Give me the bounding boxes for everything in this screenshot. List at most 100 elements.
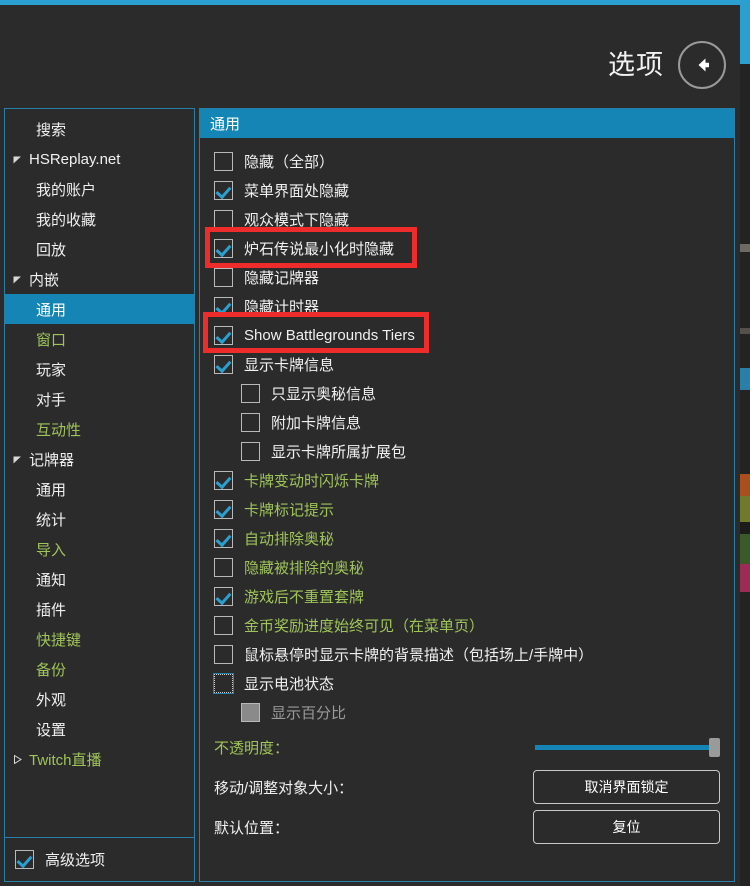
- option-label: 菜单界面处隐藏: [244, 183, 350, 200]
- sidebar-item-15[interactable]: 通知: [5, 564, 194, 594]
- option-label: 金币奖励进度始终可见（在菜单页）: [244, 618, 485, 635]
- option-row-7[interactable]: 显示卡牌信息: [200, 350, 734, 379]
- option-row-6[interactable]: Show Battlegrounds Tiers: [200, 321, 734, 350]
- main-window: 选项 搜索 HSReplay.net 我的账户 我的收藏 回放 内嵌 通用 窗口 玩家 对手 互动性…: [0, 0, 740, 886]
- sidebar-item-label: 通用: [36, 301, 67, 319]
- sidebar-item-1[interactable]: HSReplay.net: [5, 144, 194, 174]
- sidebar-item-12[interactable]: 通用: [5, 474, 194, 504]
- advanced-options-checkbox[interactable]: [15, 850, 34, 869]
- sidebar-item-8[interactable]: 玩家: [5, 354, 194, 384]
- chevron-expanded-icon[interactable]: [13, 155, 26, 164]
- option-checkbox-14[interactable]: [214, 558, 233, 577]
- sidebar-item-6[interactable]: 通用: [5, 294, 194, 324]
- opacity-slider[interactable]: [535, 737, 720, 757]
- section-header: 通用: [200, 109, 734, 138]
- option-checkbox-7[interactable]: [214, 355, 233, 374]
- opacity-slider-thumb[interactable]: [709, 737, 720, 757]
- option-row-15[interactable]: 游戏后不重置套牌: [200, 582, 734, 611]
- window-header: 选项: [0, 5, 740, 103]
- sidebar-item-14[interactable]: 导入: [5, 534, 194, 564]
- options-list: 隐藏（全部） 菜单界面处隐藏观众模式下隐藏 炉石传说最小化时隐藏 隐藏记牌器 隐藏计时器…: [200, 147, 734, 727]
- sidebar-item-7[interactable]: 窗口: [5, 324, 194, 354]
- sidebar-item-9[interactable]: 对手: [5, 384, 194, 414]
- option-row-2[interactable]: 观众模式下隐藏: [200, 205, 734, 234]
- sidebar-item-label: 玩家: [36, 361, 67, 379]
- option-checkbox-18[interactable]: [213, 673, 234, 694]
- sidebar-item-4[interactable]: 回放: [5, 234, 194, 264]
- option-row-16[interactable]: 金币奖励进度始终可见（在菜单页）: [200, 611, 734, 640]
- sidebar-item-label: 记牌器: [29, 451, 75, 469]
- advanced-options-row[interactable]: 高级选项: [5, 837, 194, 881]
- option-row-19[interactable]: 显示百分比: [200, 698, 734, 727]
- option-row-17[interactable]: 鼠标悬停时显示卡牌的背景描述（包括场上/手牌中）: [200, 640, 734, 669]
- sidebar-item-13[interactable]: 统计: [5, 504, 194, 534]
- sidebar-item-label: 导入: [36, 541, 67, 559]
- opacity-label: 不透明度：: [214, 739, 290, 757]
- option-label: 鼠标悬停时显示卡牌的背景描述（包括场上/手牌中）: [244, 647, 594, 664]
- option-checkbox-8[interactable]: [241, 384, 260, 403]
- move-resize-label: 移动/调整对象大小：: [214, 779, 354, 797]
- sidebar-item-21[interactable]: Twitch直播: [5, 744, 194, 774]
- option-row-11[interactable]: 卡牌变动时闪烁卡牌: [200, 466, 734, 495]
- sidebar-item-19[interactable]: 外观: [5, 684, 194, 714]
- option-checkbox-13[interactable]: [214, 529, 233, 548]
- unlock-ui-button[interactable]: 取消界面锁定: [533, 770, 720, 804]
- option-checkbox-5[interactable]: [214, 297, 233, 316]
- option-checkbox-4[interactable]: [214, 268, 233, 287]
- option-checkbox-17[interactable]: [214, 645, 233, 664]
- option-label: 隐藏（全部）: [244, 154, 335, 171]
- sidebar-item-0[interactable]: 搜索: [5, 114, 194, 144]
- sidebar-item-18[interactable]: 备份: [5, 654, 194, 684]
- option-checkbox-12[interactable]: [214, 500, 233, 519]
- main-panel: 通用 隐藏（全部） 菜单界面处隐藏 观众模式下隐藏 炉石传说最小化时隐藏 隐藏记牌器 隐藏…: [199, 108, 735, 882]
- sidebar-item-label: 快捷键: [36, 631, 82, 649]
- option-row-1[interactable]: 菜单界面处隐藏: [200, 176, 734, 205]
- sidebar-item-16[interactable]: 插件: [5, 594, 194, 624]
- option-checkbox-9[interactable]: [241, 413, 260, 432]
- option-checkbox-2[interactable]: [214, 210, 233, 229]
- option-row-12[interactable]: 卡牌标记提示: [200, 495, 734, 524]
- option-checkbox-3[interactable]: [214, 239, 233, 258]
- sidebar-item-2[interactable]: 我的账户: [5, 174, 194, 204]
- sidebar-item-11[interactable]: 记牌器: [5, 444, 194, 474]
- option-checkbox-0[interactable]: [214, 152, 233, 171]
- chevron-collapsed-icon[interactable]: [13, 754, 26, 764]
- sidebar-item-20[interactable]: 设置: [5, 714, 194, 744]
- option-checkbox-11[interactable]: [214, 471, 233, 490]
- back-button[interactable]: [678, 41, 726, 89]
- sidebar-item-5[interactable]: 内嵌: [5, 264, 194, 294]
- sidebar-item-label: HSReplay.net: [29, 150, 121, 168]
- option-row-0[interactable]: 隐藏（全部）: [200, 147, 734, 176]
- option-checkbox-1[interactable]: [214, 181, 233, 200]
- chevron-expanded-icon[interactable]: [13, 455, 26, 464]
- option-label: 隐藏被排除的奥秘: [244, 560, 365, 577]
- chevron-expanded-icon[interactable]: [13, 275, 26, 284]
- option-label: 只显示奥秘信息: [271, 386, 377, 403]
- option-row-3[interactable]: 炉石传说最小化时隐藏: [200, 234, 734, 263]
- sidebar-item-label: 插件: [36, 601, 67, 619]
- window-body: 搜索 HSReplay.net 我的账户 我的收藏 回放 内嵌 通用 窗口 玩家 对手 互动性 记牌器…: [0, 103, 740, 886]
- advanced-options-label: 高级选项: [45, 852, 106, 869]
- option-label: 显示百分比: [271, 705, 347, 722]
- option-checkbox-16[interactable]: [214, 616, 233, 635]
- option-row-4[interactable]: 隐藏记牌器: [200, 263, 734, 292]
- option-row-5[interactable]: 隐藏计时器: [200, 292, 734, 321]
- option-checkbox-6[interactable]: [214, 326, 233, 345]
- option-row-9[interactable]: 附加卡牌信息: [200, 408, 734, 437]
- sidebar-item-3[interactable]: 我的收藏: [5, 204, 194, 234]
- reset-button[interactable]: 复位: [533, 810, 720, 844]
- option-label: 卡牌变动时闪烁卡牌: [244, 473, 380, 490]
- sidebar-item-label: 我的收藏: [36, 211, 97, 229]
- sidebar-item-10[interactable]: 互动性: [5, 414, 194, 444]
- sidebar-item-label: 统计: [36, 511, 67, 529]
- option-row-18[interactable]: 显示电池状态: [200, 669, 734, 698]
- option-label: 显示卡牌所属扩展包: [271, 444, 407, 461]
- sidebar-item-17[interactable]: 快捷键: [5, 624, 194, 654]
- option-row-14[interactable]: 隐藏被排除的奥秘: [200, 553, 734, 582]
- option-checkbox-15[interactable]: [214, 587, 233, 606]
- option-row-13[interactable]: 自动排除奥秘: [200, 524, 734, 553]
- option-row-8[interactable]: 只显示奥秘信息: [200, 379, 734, 408]
- option-row-10[interactable]: 显示卡牌所属扩展包: [200, 437, 734, 466]
- option-checkbox-10[interactable]: [241, 442, 260, 461]
- sidebar-item-label: 通用: [36, 481, 67, 499]
